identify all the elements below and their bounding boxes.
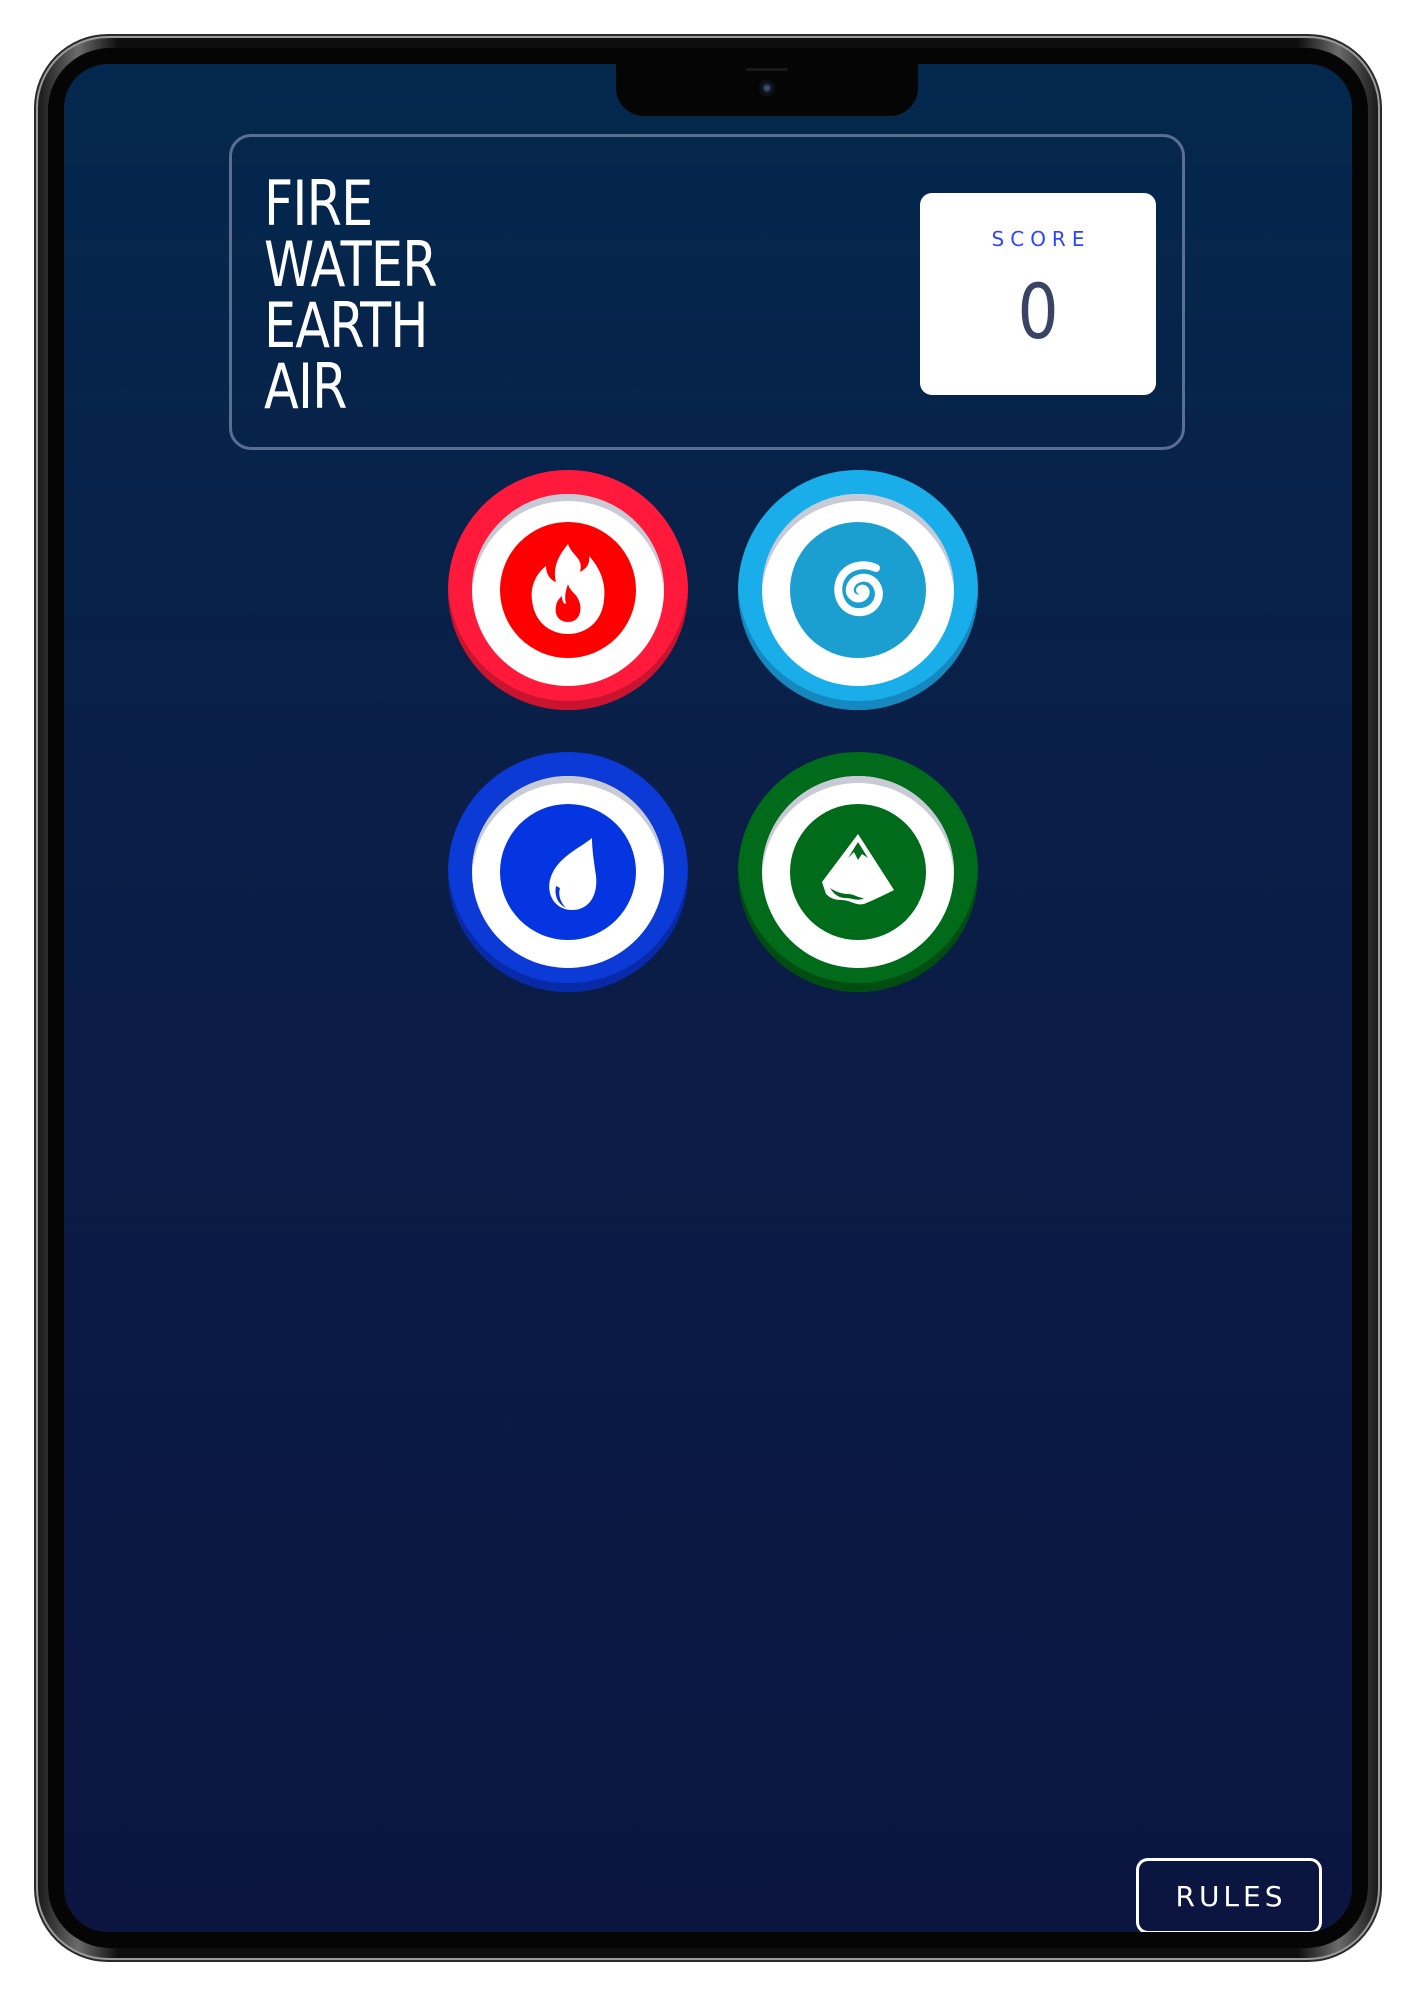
game-screen: FIRE WATER EARTH AIR SCORE 0 RULES	[64, 64, 1352, 1932]
spiral-icon	[834, 561, 883, 617]
title-line-water: WATER	[264, 228, 438, 301]
title-line-fire: FIRE	[264, 167, 373, 240]
fire-token-button[interactable]	[448, 470, 688, 710]
tablet-frame: FIRE WATER EARTH AIR SCORE 0 RULES	[38, 38, 1378, 1958]
score-value: 0	[1017, 267, 1059, 356]
fire-token-core	[500, 522, 636, 658]
earth-token-button[interactable]	[738, 752, 978, 992]
earth-token-core	[790, 804, 926, 940]
speaker-grille	[746, 68, 788, 71]
camera-icon	[759, 80, 775, 96]
water-token-core	[500, 804, 636, 940]
score-label: SCORE	[991, 227, 1091, 251]
camera-notch	[616, 64, 918, 116]
title-line-earth: EARTH	[264, 289, 429, 362]
score-panel: SCORE 0	[920, 193, 1156, 395]
droplet-icon	[549, 838, 597, 910]
flame-icon	[531, 544, 605, 634]
rules-button[interactable]: RULES	[1136, 1858, 1322, 1932]
title-line-air: AIR	[264, 350, 347, 423]
mountain-icon	[822, 834, 894, 905]
water-token-button[interactable]	[448, 752, 688, 992]
air-token-button[interactable]	[738, 470, 978, 710]
air-token-core	[790, 522, 926, 658]
game-header: FIRE WATER EARTH AIR SCORE 0	[229, 134, 1185, 450]
game-title: FIRE WATER EARTH AIR	[264, 167, 438, 423]
